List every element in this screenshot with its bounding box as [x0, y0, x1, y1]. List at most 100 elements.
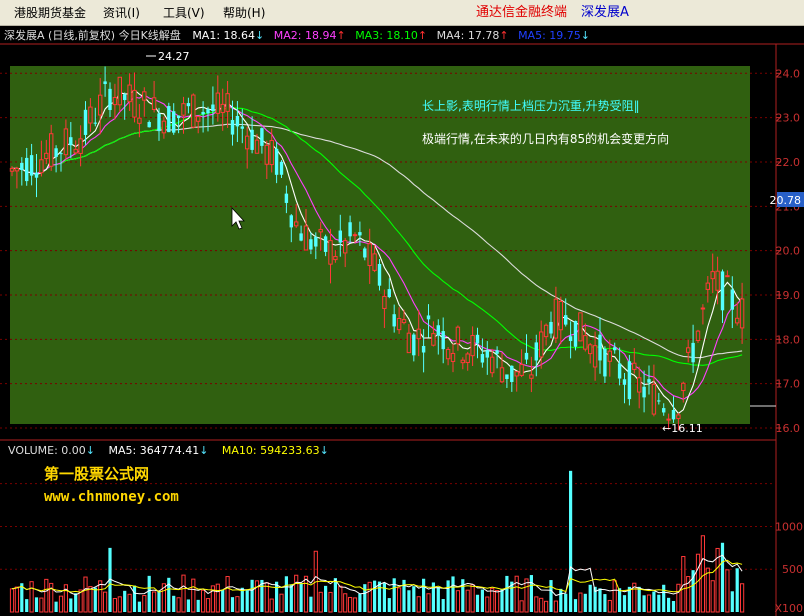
watermark-site-name: 第一股票公式网	[44, 465, 150, 483]
volume-bar	[123, 590, 127, 612]
volume-bar	[284, 576, 288, 612]
ma2-arrow-icon: ↑	[336, 29, 346, 42]
volume-bar	[573, 599, 578, 612]
volume-bar	[603, 594, 607, 612]
candlestick	[167, 102, 171, 133]
candlestick	[627, 354, 632, 406]
high-price-label: 24.27	[158, 50, 190, 63]
volume-bar	[569, 470, 573, 612]
ma4-value: MA4: 17.78↑	[436, 29, 509, 42]
volume-bar	[583, 593, 587, 612]
volume-bar	[333, 578, 337, 612]
volume-tick-label: 1000	[775, 520, 803, 533]
volume-bar	[309, 596, 313, 612]
volume-bar	[407, 590, 411, 612]
ma5-value: MA5: 19.75↓	[518, 29, 590, 42]
volume-bar	[720, 542, 725, 612]
candlestick	[191, 93, 196, 129]
menu-bar: 港股期货基金 资讯(I) 工具(V) 帮助(H) 通达信金融终端 深发展A	[0, 0, 804, 26]
volume-bar	[377, 581, 382, 612]
low-price-label: ←16.11	[662, 422, 703, 435]
volume-bar	[436, 587, 440, 612]
volume-ma5-value: MA5: 364774.41↓	[108, 444, 209, 457]
volume-bar	[480, 589, 484, 612]
annotation-extreme: 极端行情,在未来的几日内有85的机会变更方向	[422, 131, 669, 146]
menu-info[interactable]: 资讯(I)	[103, 5, 140, 21]
volume-bar	[662, 584, 666, 612]
volume-bar	[392, 578, 396, 612]
stock-label[interactable]: 深发展A (日线,前复权) 今日K线解盘	[4, 29, 181, 43]
candlestick	[578, 312, 583, 342]
volume-bar	[505, 575, 509, 612]
volume-bar	[422, 578, 426, 612]
price-tick-label: 20.0	[776, 245, 801, 258]
ma2-value: MA2: 18.94↑	[273, 29, 346, 42]
volume-bar	[549, 580, 553, 612]
volume-bar	[137, 601, 141, 612]
volume-bar	[618, 588, 622, 612]
ma3-arrow-icon: ↑	[417, 29, 428, 42]
volume-bar	[382, 582, 386, 612]
volume-bar	[622, 595, 627, 612]
price-axis: 24.023.022.021.020.019.018.017.016.0	[776, 67, 801, 435]
volume-value: VOLUME: 0.00↓	[8, 444, 95, 457]
volume-bar	[412, 586, 416, 612]
volume-bar	[196, 599, 200, 612]
volume-arrow-icon: ↓	[85, 444, 95, 457]
volume-unit-label: X100	[774, 602, 803, 615]
volume-bar	[221, 589, 225, 612]
current-stock-tag[interactable]: 深发展A	[581, 5, 629, 21]
volume-bar	[250, 579, 254, 612]
menu-help[interactable]: 帮助(H)	[223, 5, 265, 21]
volume-bar	[500, 588, 504, 612]
ma5-arrow-icon: ↓	[580, 29, 590, 42]
ma1-value: MA1: 18.64↓	[192, 29, 265, 42]
volume-bar	[642, 595, 646, 612]
volume-bar	[358, 593, 362, 612]
volume-bar	[735, 568, 739, 612]
menu-hk-futures[interactable]: 港股期货基金	[14, 5, 86, 21]
ma3-value: MA3: 18.10↑	[355, 29, 428, 42]
volume-bar	[363, 584, 367, 612]
volume-bar	[93, 587, 97, 612]
volume-bar	[132, 585, 137, 612]
volume-bar	[475, 594, 480, 612]
volume-bar	[671, 601, 676, 612]
volume-bar	[559, 588, 563, 612]
volume-bar	[730, 591, 734, 612]
volume-bar	[446, 580, 450, 612]
volume-bar	[230, 597, 235, 612]
current-price-label: 20.78	[770, 194, 802, 207]
volume-bar	[588, 584, 592, 612]
volume-bar	[461, 579, 465, 612]
volume-bar	[167, 577, 171, 612]
volume-ma5-arrow-icon: ↓	[199, 444, 209, 457]
price-tick-label: 22.0	[776, 156, 801, 169]
ma1-arrow-icon: ↓	[255, 29, 265, 42]
price-tick-label: 17.0	[776, 378, 801, 391]
volume-bar	[387, 598, 391, 612]
volume-bar	[667, 597, 671, 612]
app-title: 通达信金融终端	[476, 5, 568, 20]
volume-bar	[324, 585, 328, 612]
volume-tick-label: 500	[782, 563, 803, 576]
volume-bar	[652, 591, 656, 612]
tdx-app-window: 24.023.022.021.020.019.018.017.016.0 100…	[0, 0, 804, 616]
volume-bar	[157, 590, 161, 612]
volume-bar	[275, 581, 279, 612]
volume-bar	[289, 584, 293, 612]
candlestick	[573, 320, 578, 351]
menu-tools[interactable]: 工具(V)	[163, 5, 205, 21]
volume-bar	[34, 597, 39, 612]
volume-bar	[299, 583, 303, 612]
ma4-arrow-icon: ↑	[499, 29, 509, 42]
volume-ma10-value: MA10: 594233.63↓	[221, 444, 329, 457]
volume-bar	[186, 599, 190, 612]
volume-bar	[529, 575, 533, 612]
volume-bar	[564, 593, 568, 612]
volume-bar	[25, 599, 29, 612]
volume-bar	[245, 590, 249, 612]
annotation-upper-shadow: 长上影,表明行情上档压力沉重,升势受阻‖	[422, 99, 640, 113]
price-tick-label: 19.0	[776, 289, 801, 302]
price-tick-label: 23.0	[776, 112, 801, 125]
